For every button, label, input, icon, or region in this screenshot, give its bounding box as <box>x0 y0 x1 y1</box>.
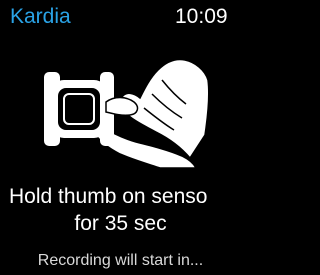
instruction-line-1: Hold thumb on senso <box>9 185 208 208</box>
instruction-headline: Hold thumb on senso for 35 sec <box>0 184 241 244</box>
status-bar: Kardia 10:09 <box>0 0 241 34</box>
recording-status: Recording will start in... <box>37 252 204 269</box>
hand-holding-watch-icon <box>44 58 210 169</box>
app-name: Kardia <box>10 5 71 28</box>
instruction-line-2: for 35 sec <box>74 212 167 235</box>
clock: 10:09 <box>175 5 228 28</box>
